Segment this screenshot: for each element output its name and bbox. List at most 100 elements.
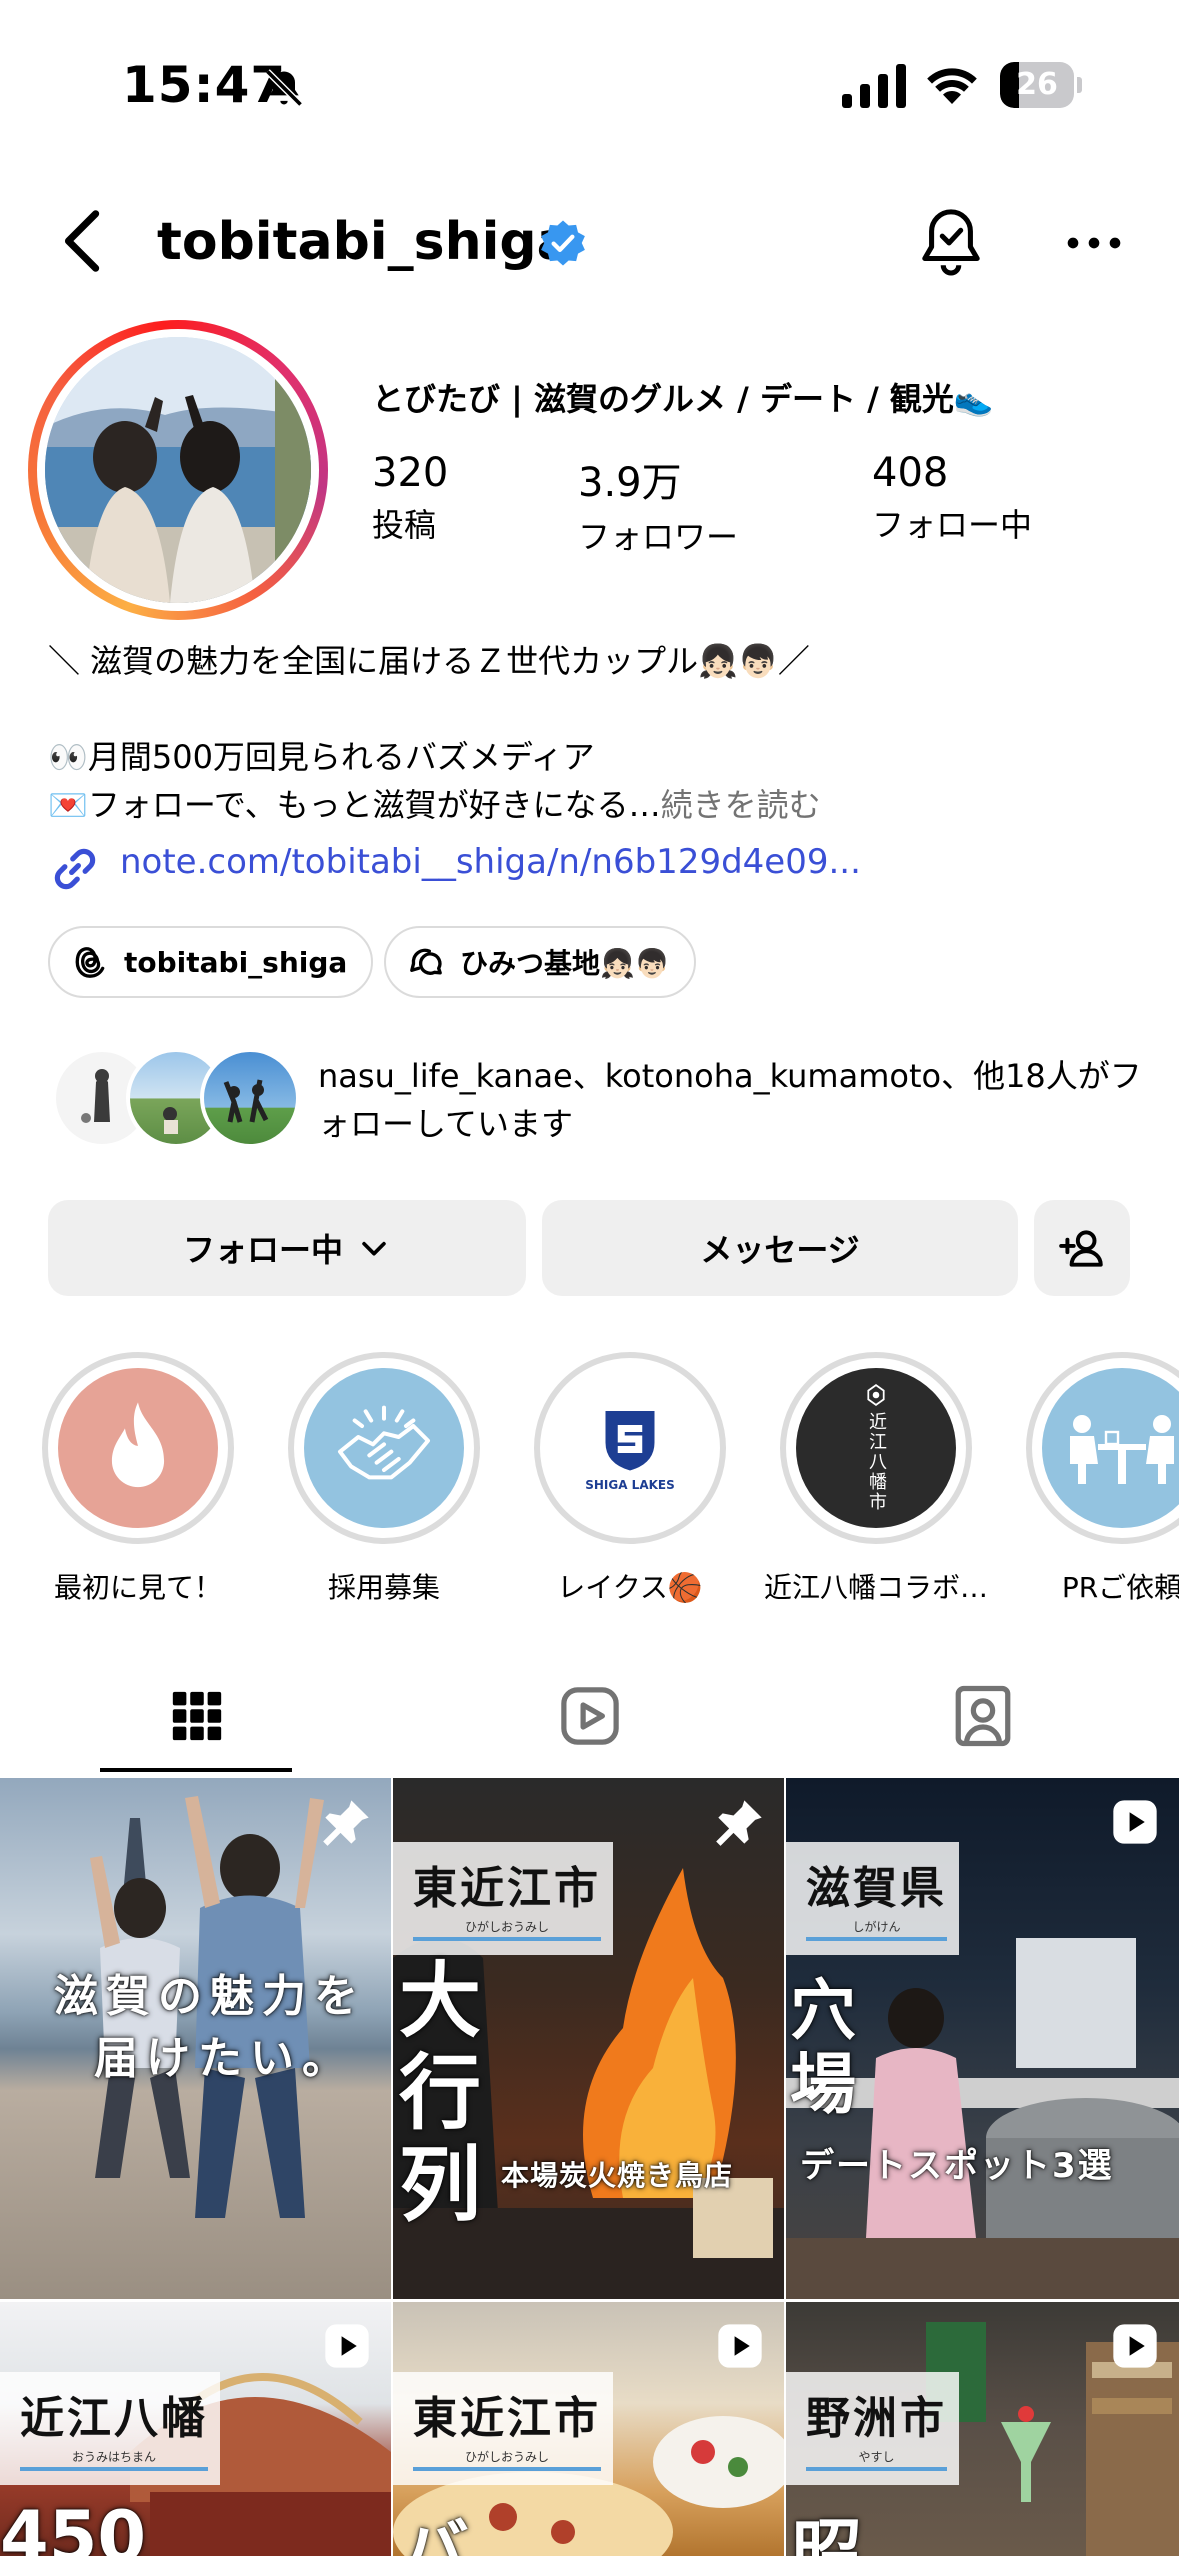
tab-reels[interactable] [393,1660,786,1772]
post-overlay-text: 穴 [790,1972,856,2049]
followers-count[interactable]: 3.9万 フォロワー [578,450,738,558]
post-thumbnail[interactable]: 東近江市 ひがしおうみし バ [393,2302,784,2556]
pin-icon [323,1800,369,1846]
post-overlay-text: バ [399,2511,469,2556]
notification-bell-icon[interactable] [918,206,984,276]
highlight-item[interactable]: 近江八幡市 近江八幡コラボ… [764,1352,988,1606]
following-count[interactable]: 408 フォロー中 [872,450,1032,546]
back-chevron-icon[interactable] [56,206,112,276]
reels-icon [560,1687,619,1745]
meeting-icon [1042,1368,1179,1528]
chevron-down-icon [362,1241,386,1256]
post-overlay-text: 行 [399,2046,482,2141]
mutual-followers-avatars[interactable] [52,1048,300,1152]
omihachiman-logo: 近江八幡市 [796,1368,956,1528]
profile-avatar[interactable] [28,320,328,620]
profile-display-name: とびたび | 滋賀のグルメ / デート / 観光👟 [372,380,994,418]
wifi-icon [927,68,977,104]
highlight-item[interactable]: SHIGA LAKES レイクス🏀 [534,1352,726,1606]
posts-count[interactable]: 320 投稿 [372,450,448,546]
avatar-photo [45,337,311,603]
post-thumbnail[interactable]: 滋賀県 しがけん 穴 場 デートスポット3選 [786,1778,1179,2299]
post-location-reading: ひがしおうみし [413,2448,601,2471]
link-icon [54,848,96,890]
post-thumbnail[interactable]: 野洲市 やすし 昭 [786,2302,1179,2556]
post-caption-text: 本場炭火焼き鳥店 [501,2159,734,2192]
pin-icon [716,1800,762,1846]
post-location-tag: 東近江市 ひがしおうみし [393,1842,613,1955]
post-location-reading: ひがしおうみし [413,1918,601,1941]
post-thumbnail[interactable]: 滋賀の魅力を 届けたい。 [0,1778,391,2299]
read-more-link[interactable]: 続きを読む [661,786,821,824]
post-overlay-text: 滋賀の魅力を [54,1971,366,2022]
highlight-label: レイクス🏀 [557,1571,703,1604]
active-tab-indicator [100,1768,292,1772]
post-overlay-text: 列 [399,2138,482,2233]
tagged-icon [955,1685,1010,1747]
reel-icon [325,2324,369,2368]
post-overlay-text: 昭 [792,2511,862,2556]
following-button-label: フォロー中 [182,1231,343,1269]
post-location-reading: しがけん [806,1918,947,1941]
bell-slash-icon [265,69,303,107]
bio-link-text[interactable]: note.com/tobitabi__shiga/n/n6b129d4e09..… [120,842,861,882]
followed-by-text[interactable]: nasu_life_kanae、kotonoha_kumamoto、他18人がフ… [318,1052,1148,1148]
post-overlay-text: 届けたい。 [94,2033,354,2084]
posts-count-label: 投稿 [372,506,437,544]
following-count-label: フォロー中 [872,506,1033,544]
verified-badge-icon [541,220,585,266]
following-count-value: 408 [872,450,949,496]
broadcast-channel-icon [410,948,442,975]
bio-line-2: 👀月間500万回見られるバズメディア [48,738,595,776]
suggested-users-button[interactable] [1034,1200,1130,1296]
reel-icon [1113,1800,1157,1844]
reel-icon [1113,2324,1157,2368]
post-location-reading: おうみはちまん [20,2448,208,2471]
followers-count-value: 3.9万 [578,460,682,506]
handshake-icon [304,1368,464,1528]
message-button-label: メッセージ [700,1231,860,1269]
following-button[interactable]: フォロー中 [48,1200,526,1296]
post-location-tag: 滋賀県 しがけん [786,1842,959,1955]
post-location-name: 野洲市 [806,2393,947,2444]
bio-line-3-text: 💌フォローで、もっと滋賀が好きになる… [48,786,661,824]
followers-count-label: フォロワー [578,518,739,556]
shiga-lakes-logo-text: SHIGA LAKES [585,1478,675,1492]
tab-posts-grid[interactable] [0,1660,393,1772]
post-overlay-text: 場 [790,2046,856,2123]
message-button[interactable]: メッセージ [542,1200,1018,1296]
post-thumbnail[interactable]: 近江八幡 おうみはちまん 450 [0,2302,391,2556]
profile-username: tobitabi_shiga [157,212,572,272]
cellular-signal-icon [842,64,906,108]
post-caption-text: デートスポット3選 [800,2146,1114,2186]
tab-tagged[interactable] [786,1660,1179,1772]
highlight-label: PRご依頼 [1061,1571,1179,1604]
channel-chip-label: ひみつ基地👧🏻👦🏻 [460,947,670,980]
highlight-item[interactable]: 採用募集 [288,1352,480,1606]
highlight-label: 近江八幡コラボ… [763,1571,988,1604]
post-location-name: 近江八幡 [20,2393,208,2444]
highlight-item[interactable]: 最初に見て！ [42,1352,234,1606]
bio-line-3: 💌フォローで、もっと滋賀が好きになる…続きを読む [48,780,821,826]
highlight-label: 最初に見て！ [53,1571,222,1604]
post-location-name: 滋賀県 [806,1863,947,1914]
channel-chip[interactable]: ひみつ基地👧🏻👦🏻 [384,926,696,998]
post-location-tag: 東近江市 ひがしおうみし [393,2372,613,2485]
threads-chip-label: tobitabi_shiga [124,945,348,979]
fire-icon [58,1368,218,1528]
highlight-item[interactable]: PRご依頼 [1026,1352,1179,1606]
reel-icon [718,2324,762,2368]
more-options-icon[interactable] [1066,236,1122,250]
battery-level: 26 [1016,67,1058,102]
battery-indicator: 26 [1000,62,1082,108]
threads-chip[interactable]: tobitabi_shiga [48,926,374,998]
post-location-reading: やすし [806,2448,947,2471]
highlight-label: 採用募集 [327,1571,440,1604]
threads-icon [75,947,105,978]
post-location-tag: 野洲市 やすし [786,2372,959,2485]
post-thumbnail[interactable]: 東近江市 ひがしおうみし 大 行 列 本場炭火焼き鳥店 [393,1778,784,2299]
grid-icon [172,1691,221,1741]
omihachiman-logo-text: 近江八幡市 [866,1412,887,1512]
add-person-icon [1059,1230,1103,1267]
mutual-follower-avatar [200,1048,300,1148]
